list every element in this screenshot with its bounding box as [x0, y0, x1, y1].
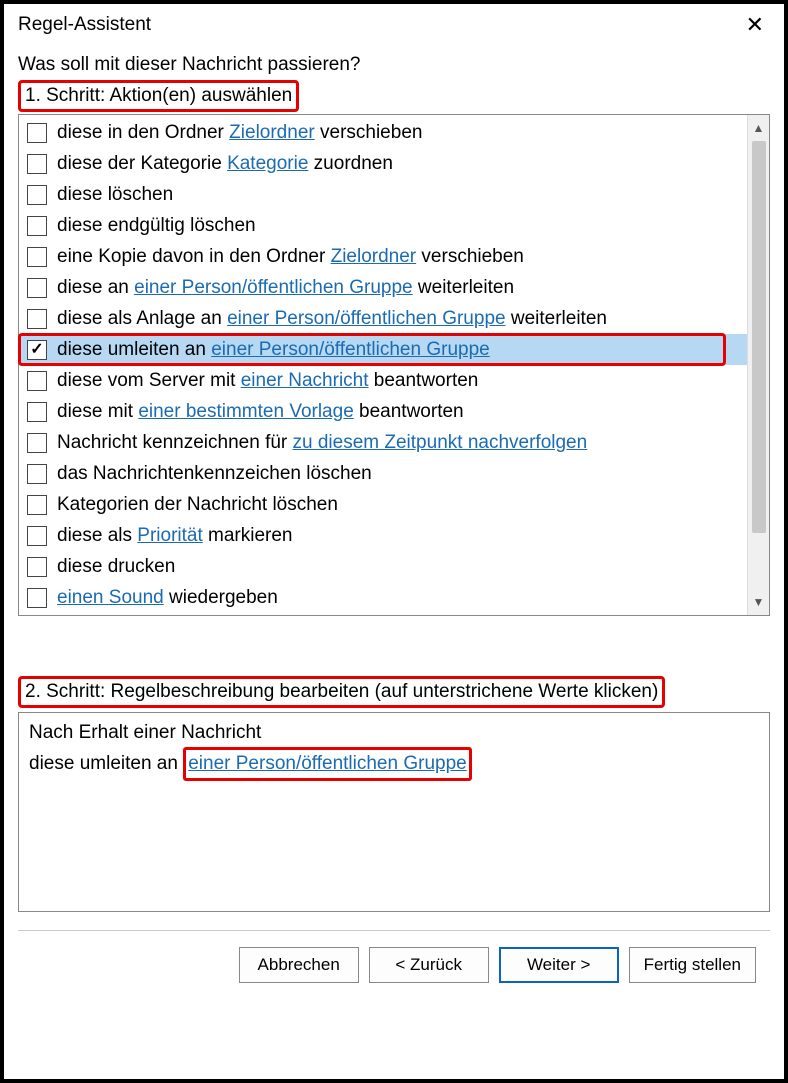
- action-checkbox[interactable]: [27, 185, 47, 205]
- action-link[interactable]: einer bestimmten Vorlage: [138, 401, 353, 422]
- action-checkbox[interactable]: [27, 526, 47, 546]
- scroll-thumb[interactable]: [752, 141, 766, 533]
- action-checkbox[interactable]: [27, 278, 47, 298]
- action-text: diese an einer Person/öffentlichen Grupp…: [57, 274, 514, 301]
- action-checkbox[interactable]: [27, 340, 47, 360]
- action-text: diese mit einer bestimmten Vorlage beant…: [57, 398, 464, 425]
- actions-list: diese in den Ordner Zielordner verschieb…: [18, 114, 770, 616]
- description-line1: Nach Erhalt einer Nachricht: [29, 719, 759, 747]
- titlebar: Regel-Assistent ✕: [4, 4, 784, 44]
- footer-buttons: Abbrechen < Zurück Weiter > Fertig stell…: [18, 931, 770, 1001]
- action-text: diese vom Server mit einer Nachricht bea…: [57, 367, 478, 394]
- step1-label: 1. Schritt: Aktion(en) auswählen: [18, 80, 299, 112]
- action-text: diese als Anlage an einer Person/öffentl…: [57, 305, 607, 332]
- action-link[interactable]: Priorität: [137, 525, 202, 546]
- action-row[interactable]: diese umleiten an einer Person/öffentlic…: [19, 334, 747, 365]
- action-text: einen Sound wiedergeben: [57, 584, 278, 611]
- description-line2: diese umleiten an einer Person/öffentlic…: [29, 747, 759, 781]
- action-link[interactable]: einer Person/öffentlichen Gruppe: [211, 339, 490, 360]
- scroll-up-icon[interactable]: ▲: [751, 119, 767, 137]
- action-text: diese als Priorität markieren: [57, 522, 293, 549]
- action-checkbox[interactable]: [27, 216, 47, 236]
- action-row[interactable]: diese drucken: [19, 551, 747, 582]
- action-row[interactable]: diese vom Server mit einer Nachricht bea…: [19, 365, 747, 396]
- action-text: diese der Kategorie Kategorie zuordnen: [57, 150, 393, 177]
- action-text: diese drucken: [57, 553, 175, 580]
- step2-header: 2. Schritt: Regelbeschreibung bearbeiten…: [18, 676, 770, 708]
- action-checkbox[interactable]: [27, 433, 47, 453]
- action-row[interactable]: diese als Priorität markieren: [19, 520, 747, 551]
- action-link[interactable]: Zielordner: [331, 246, 417, 267]
- actions-scroll[interactable]: diese in den Ordner Zielordner verschieb…: [19, 115, 747, 615]
- action-link[interactable]: Kategorie: [227, 153, 308, 174]
- step1-header: 1. Schritt: Aktion(en) auswählen: [18, 80, 770, 112]
- action-link[interactable]: Zielordner: [229, 122, 315, 143]
- finish-button[interactable]: Fertig stellen: [629, 947, 756, 983]
- action-link[interactable]: einer Person/öffentlichen Gruppe: [134, 277, 413, 298]
- action-checkbox[interactable]: [27, 247, 47, 267]
- action-row[interactable]: diese an einer Person/öffentlichen Grupp…: [19, 272, 747, 303]
- description-link[interactable]: einer Person/öffentlichen Gruppe: [188, 753, 467, 774]
- action-row[interactable]: das Nachrichtenkennzeichen löschen: [19, 458, 747, 489]
- action-text: Kategorien der Nachricht löschen: [57, 491, 338, 518]
- action-link[interactable]: einer Nachricht: [241, 370, 369, 391]
- action-checkbox[interactable]: [27, 495, 47, 515]
- action-row[interactable]: diese endgültig löschen: [19, 210, 747, 241]
- action-link[interactable]: einer Person/öffentlichen Gruppe: [227, 308, 506, 329]
- action-text: das Nachrichtenkennzeichen löschen: [57, 460, 372, 487]
- action-text: Nachricht kennzeichnen für zu diesem Zei…: [57, 429, 587, 456]
- next-button[interactable]: Weiter >: [499, 947, 619, 983]
- action-link[interactable]: zu diesem Zeitpunkt nachverfolgen: [293, 432, 588, 453]
- action-row[interactable]: als gelesen markieren: [19, 613, 747, 615]
- action-text: diese löschen: [57, 181, 173, 208]
- action-row[interactable]: Kategorien der Nachricht löschen: [19, 489, 747, 520]
- action-row[interactable]: diese in den Ordner Zielordner verschieb…: [19, 117, 747, 148]
- rules-wizard-window: Regel-Assistent ✕ Was soll mit dieser Na…: [0, 0, 788, 1083]
- step2-label: 2. Schritt: Regelbeschreibung bearbeiten…: [18, 676, 665, 708]
- description-prefix: diese umleiten an: [29, 753, 183, 774]
- rule-description-box: Nach Erhalt einer Nachricht diese umleit…: [18, 712, 770, 912]
- action-row[interactable]: diese löschen: [19, 179, 747, 210]
- action-text: diese in den Ordner Zielordner verschieb…: [57, 119, 422, 146]
- action-text: eine Kopie davon in den Ordner Zielordne…: [57, 243, 524, 270]
- prompt-text: Was soll mit dieser Nachricht passieren?: [18, 54, 770, 76]
- action-checkbox[interactable]: [27, 588, 47, 608]
- scroll-down-icon[interactable]: ▼: [751, 593, 767, 611]
- content-area: Was soll mit dieser Nachricht passieren?…: [4, 44, 784, 1079]
- description-link-highlight: einer Person/öffentlichen Gruppe: [183, 747, 472, 781]
- scrollbar[interactable]: ▲ ▼: [747, 115, 769, 615]
- action-link[interactable]: einen Sound: [57, 587, 164, 608]
- action-checkbox[interactable]: [27, 402, 47, 422]
- action-checkbox[interactable]: [27, 557, 47, 577]
- action-row[interactable]: diese als Anlage an einer Person/öffentl…: [19, 303, 747, 334]
- action-checkbox[interactable]: [27, 154, 47, 174]
- action-row[interactable]: diese der Kategorie Kategorie zuordnen: [19, 148, 747, 179]
- close-icon[interactable]: ✕: [740, 12, 770, 38]
- action-text: diese endgültig löschen: [57, 212, 256, 239]
- action-row[interactable]: Nachricht kennzeichnen für zu diesem Zei…: [19, 427, 747, 458]
- action-checkbox[interactable]: [27, 123, 47, 143]
- action-row[interactable]: einen Sound wiedergeben: [19, 582, 747, 613]
- action-checkbox[interactable]: [27, 309, 47, 329]
- cancel-button[interactable]: Abbrechen: [239, 947, 359, 983]
- window-title: Regel-Assistent: [18, 14, 151, 36]
- back-button[interactable]: < Zurück: [369, 947, 489, 983]
- action-row[interactable]: diese mit einer bestimmten Vorlage beant…: [19, 396, 747, 427]
- action-checkbox[interactable]: [27, 464, 47, 484]
- action-text: diese umleiten an einer Person/öffentlic…: [57, 336, 490, 363]
- action-row[interactable]: eine Kopie davon in den Ordner Zielordne…: [19, 241, 747, 272]
- action-checkbox[interactable]: [27, 371, 47, 391]
